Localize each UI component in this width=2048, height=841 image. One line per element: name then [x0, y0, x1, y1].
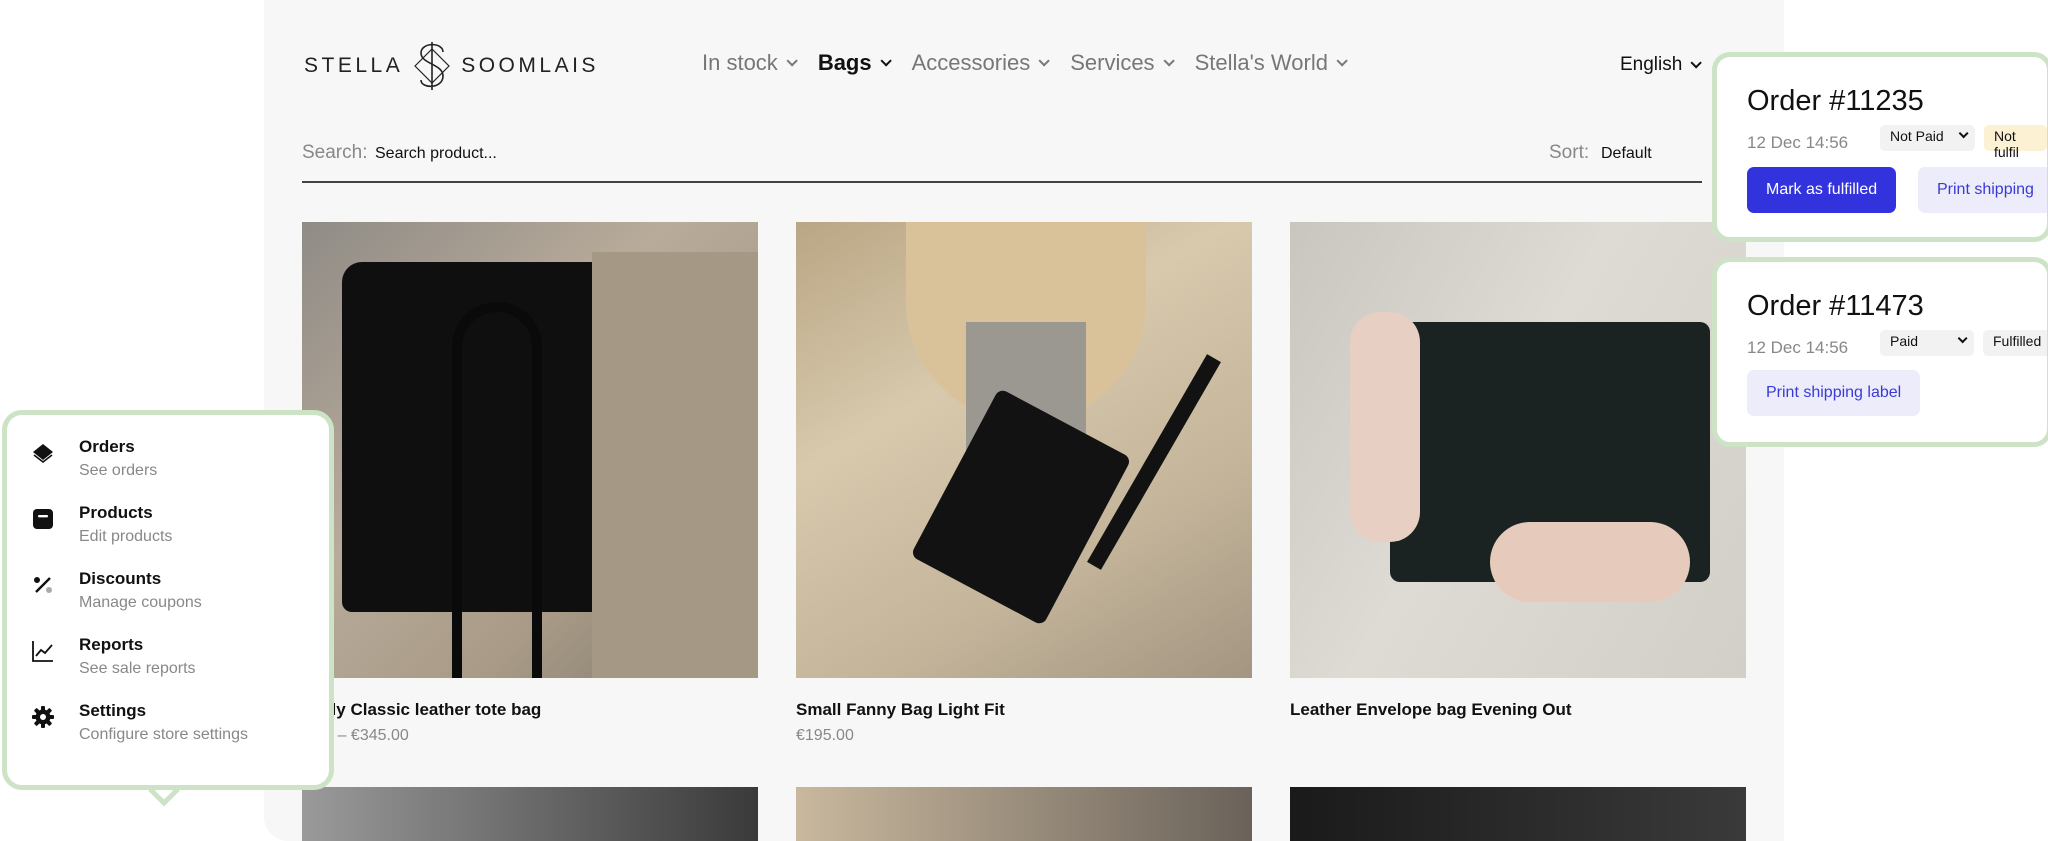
search-bar: Search: Sort: Default — [302, 140, 1702, 183]
chevron-down-icon — [1957, 333, 1968, 344]
search-input[interactable] — [375, 142, 1075, 166]
menu-item-description: Manage coupons — [79, 594, 202, 611]
payment-status-label: Paid — [1890, 333, 1919, 349]
layers-icon — [33, 444, 53, 464]
product-price: €195.00 — [796, 727, 854, 744]
menu-item-settings[interactable]: Settings Configure store settings — [31, 701, 321, 751]
sort-label: Sort: — [1549, 142, 1590, 163]
chevron-down-icon — [1038, 55, 1050, 67]
menu-item-description: See orders — [79, 462, 158, 479]
order-date: 12 Dec 14:56 — [1747, 133, 1849, 152]
chevron-down-icon — [1690, 57, 1703, 69]
menu-item-description: Edit products — [79, 528, 173, 545]
product-card[interactable]: Small Fanny Bag Light Fit €195.00 — [796, 222, 1252, 745]
product-card[interactable]: E'ally Classic leather tote bag 5.00 – €… — [302, 222, 758, 745]
product-name[interactable]: Leather Envelope bag Evening Out — [1290, 700, 1746, 720]
nav-item-stellas-world[interactable]: Stella's World — [1194, 50, 1348, 76]
fulfillment-status-label: Fulfilled — [1993, 333, 2042, 349]
menu-item-reports[interactable]: Reports See sale reports — [31, 635, 321, 685]
chevron-down-icon — [1163, 55, 1175, 67]
payment-status-select[interactable]: Paid — [1880, 330, 1974, 356]
gear-icon — [32, 706, 54, 728]
nav-label: Accessories — [911, 50, 1031, 75]
product-image[interactable] — [302, 222, 758, 678]
order-card: Order #11235 12 Dec 14:56 Not Paid Not f… — [1712, 52, 2048, 242]
chevron-down-icon — [880, 55, 892, 67]
chevron-down-icon — [1336, 55, 1348, 67]
nav-label: Bags — [817, 50, 872, 75]
product-name[interactable]: Small Fanny Bag Light Fit — [796, 700, 1252, 720]
main-nav: In stock Bags Accessories Services Stell… — [702, 50, 1348, 76]
language-label: English — [1620, 54, 1683, 75]
line-chart-icon — [32, 641, 53, 662]
nav-label: In stock — [702, 50, 778, 75]
fulfillment-status-label: Not fulfil — [1994, 128, 2019, 160]
order-title: Order #11235 — [1747, 85, 1924, 117]
product-image[interactable] — [302, 787, 758, 841]
fulfillment-status-badge[interactable]: Not fulfil — [1984, 125, 2047, 160]
brand-name-left: STELLA — [304, 54, 404, 77]
product-box-icon — [33, 509, 53, 529]
nav-item-in-stock[interactable]: In stock — [702, 50, 798, 76]
menu-item-label: Products — [79, 503, 153, 522]
nav-item-accessories[interactable]: Accessories — [911, 50, 1050, 76]
nav-label: Stella's World — [1194, 50, 1328, 75]
product-price: 5.00 – €345.00 — [302, 727, 409, 744]
product-card[interactable]: Leather Envelope bag Evening Out — [1290, 222, 1746, 720]
menu-item-label: Discounts — [79, 569, 162, 588]
menu-item-orders[interactable]: Orders See orders — [31, 437, 321, 487]
nav-item-services[interactable]: Services — [1070, 50, 1175, 76]
menu-item-label: Reports — [79, 635, 144, 654]
payment-status-select[interactable]: Not Paid — [1880, 125, 1975, 151]
nav-item-bags[interactable]: Bags — [817, 50, 892, 76]
menu-item-label: Settings — [79, 701, 147, 720]
menu-item-products[interactable]: Products Edit products — [31, 503, 321, 553]
brand-monogram-icon — [414, 42, 451, 90]
brand-logo[interactable]: STELLA SOOMLAIS — [304, 40, 599, 92]
print-shipping-label-button[interactable]: Print shipping label — [1747, 370, 1921, 416]
order-title: Order #11473 — [1747, 290, 1924, 322]
order-card: Order #11473 12 Dec 14:56 Paid Fulfilled… — [1712, 257, 2048, 447]
chevron-down-icon — [1958, 128, 1969, 139]
product-image[interactable] — [796, 222, 1252, 678]
percent-icon — [34, 577, 52, 593]
product-name[interactable]: E'ally Classic leather tote bag — [302, 700, 758, 720]
payment-status-label: Not Paid — [1890, 128, 1944, 144]
order-date: 12 Dec 14:56 — [1747, 338, 1849, 357]
product-image[interactable] — [1290, 222, 1746, 678]
nav-label: Services — [1070, 50, 1155, 75]
menu-item-description: Configure store settings — [79, 726, 248, 743]
brand-name-right: SOOMLAIS — [461, 54, 599, 77]
menu-item-description: See sale reports — [79, 660, 196, 677]
menu-item-discounts[interactable]: Discounts Manage coupons — [31, 569, 321, 619]
language-selector[interactable]: English — [1620, 54, 1703, 76]
chevron-down-icon — [786, 55, 798, 67]
product-image[interactable] — [796, 787, 1252, 841]
product-image[interactable] — [1290, 787, 1746, 841]
menu-item-label: Orders — [79, 437, 135, 456]
search-label: Search: — [302, 142, 368, 163]
mark-as-fulfilled-button[interactable]: Mark as fulfilled — [1747, 167, 1897, 213]
sort-select[interactable]: Default — [1601, 145, 1652, 163]
fulfillment-status-badge[interactable]: Fulfilled — [1983, 330, 2047, 356]
admin-menu: Orders See orders Products Edit products… — [2, 410, 334, 790]
print-shipping-label-button[interactable]: Print shipping — [1918, 167, 2047, 213]
store-page: STELLA SOOMLAIS In stock Bags Accessorie… — [264, 0, 1784, 841]
